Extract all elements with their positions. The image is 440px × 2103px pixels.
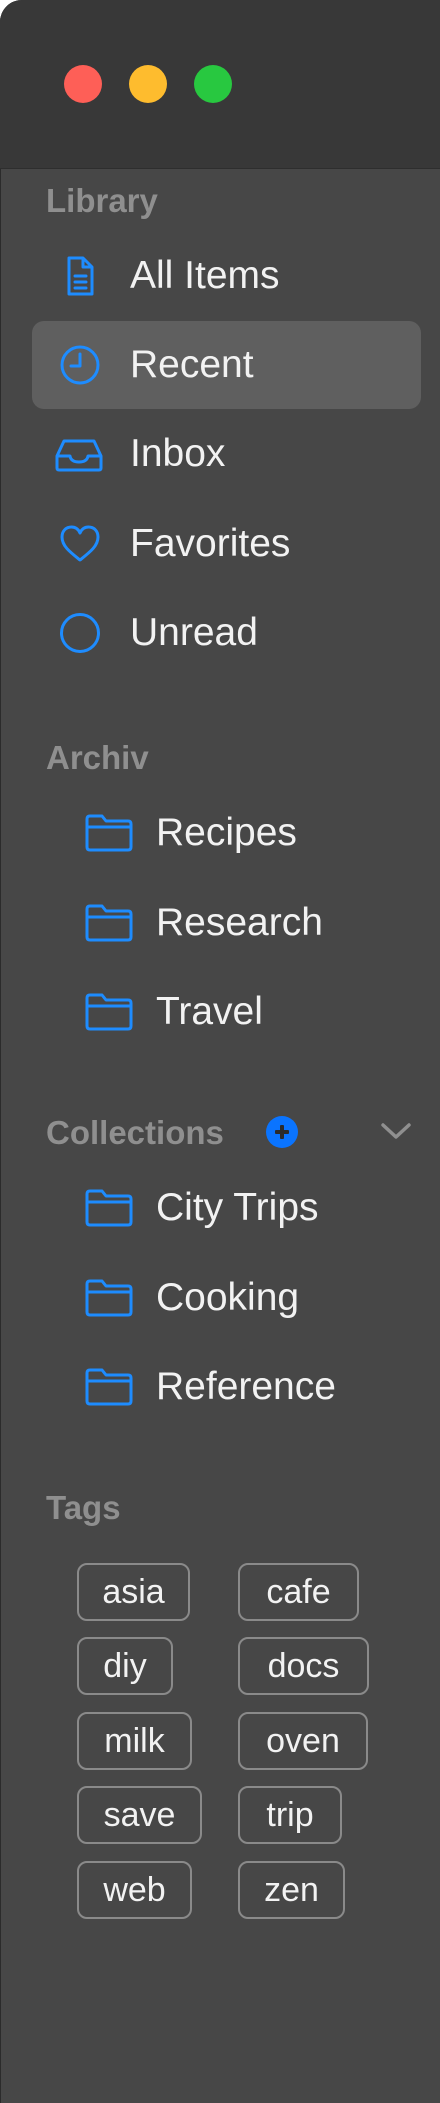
circle-icon [60, 613, 100, 653]
sidebar-item-label: Recent [130, 343, 254, 386]
title-bar [0, 0, 440, 169]
tag-chip[interactable]: oven [238, 1712, 368, 1770]
heart-icon [60, 525, 100, 562]
folder-icon [85, 904, 133, 942]
folder-item-travel[interactable]: Travel [60, 968, 421, 1056]
folder-item-cooking[interactable]: Cooking [60, 1254, 421, 1342]
minimize-button[interactable] [129, 65, 167, 103]
sidebar-item-recent[interactable]: Recent [32, 321, 421, 409]
sidebar-window: Library All Items Recent Inbox Favorites [0, 0, 440, 2103]
folder-item-label: Travel [156, 990, 263, 1033]
tag-chip[interactable]: docs [238, 1637, 369, 1695]
folder-item-recipes[interactable]: Recipes [60, 789, 421, 877]
tray-icon [55, 439, 103, 472]
tag-chip[interactable]: trip [238, 1786, 342, 1844]
sidebar-item-inbox[interactable]: Inbox [32, 410, 421, 498]
folder-item-label: Reference [156, 1365, 336, 1408]
close-button[interactable] [64, 65, 102, 103]
tag-chip[interactable]: web [77, 1861, 192, 1919]
collections-section-title: Collections [46, 1114, 224, 1151]
folder-item-reference[interactable]: Reference [60, 1343, 421, 1431]
folder-item-label: Research [156, 901, 323, 944]
add-collection-button[interactable] [266, 1116, 298, 1148]
chevron-down-icon[interactable] [378, 1118, 414, 1144]
sidebar-item-all-items[interactable]: All Items [32, 232, 421, 320]
sidebar-item-label: All Items [130, 254, 280, 297]
folder-icon [85, 1189, 133, 1227]
folder-item-label: Cooking [156, 1276, 300, 1319]
clock-icon [60, 345, 100, 385]
tag-chip[interactable]: diy [77, 1637, 173, 1695]
tag-chip[interactable]: cafe [238, 1563, 359, 1621]
folder-item-city-trips[interactable]: City Trips [60, 1164, 421, 1252]
folder-icon [85, 1279, 133, 1317]
folder-item-label: City Trips [156, 1186, 319, 1229]
sidebar-item-favorites[interactable]: Favorites [32, 500, 421, 588]
library-section-title: Library [46, 182, 158, 219]
tags-section-title: Tags [46, 1489, 121, 1526]
sidebar-item-unread[interactable]: Unread [32, 589, 421, 677]
tag-chip[interactable]: save [77, 1786, 202, 1844]
folder-item-label: Recipes [156, 811, 297, 854]
sidebar-item-label: Favorites [130, 522, 291, 565]
folder-icon [85, 1368, 133, 1406]
document-icon [67, 256, 94, 296]
tag-chip[interactable]: asia [77, 1563, 190, 1621]
folder-icon [85, 993, 133, 1031]
folder-icon [85, 814, 133, 852]
sidebar-item-label: Unread [130, 611, 258, 654]
archive-section-title: Archiv [46, 739, 149, 776]
sidebar-item-label: Inbox [130, 432, 226, 475]
tag-chip[interactable]: milk [77, 1712, 192, 1770]
folder-item-research[interactable]: Research [60, 879, 421, 967]
tag-chip[interactable]: zen [238, 1861, 345, 1919]
zoom-button[interactable] [194, 65, 232, 103]
